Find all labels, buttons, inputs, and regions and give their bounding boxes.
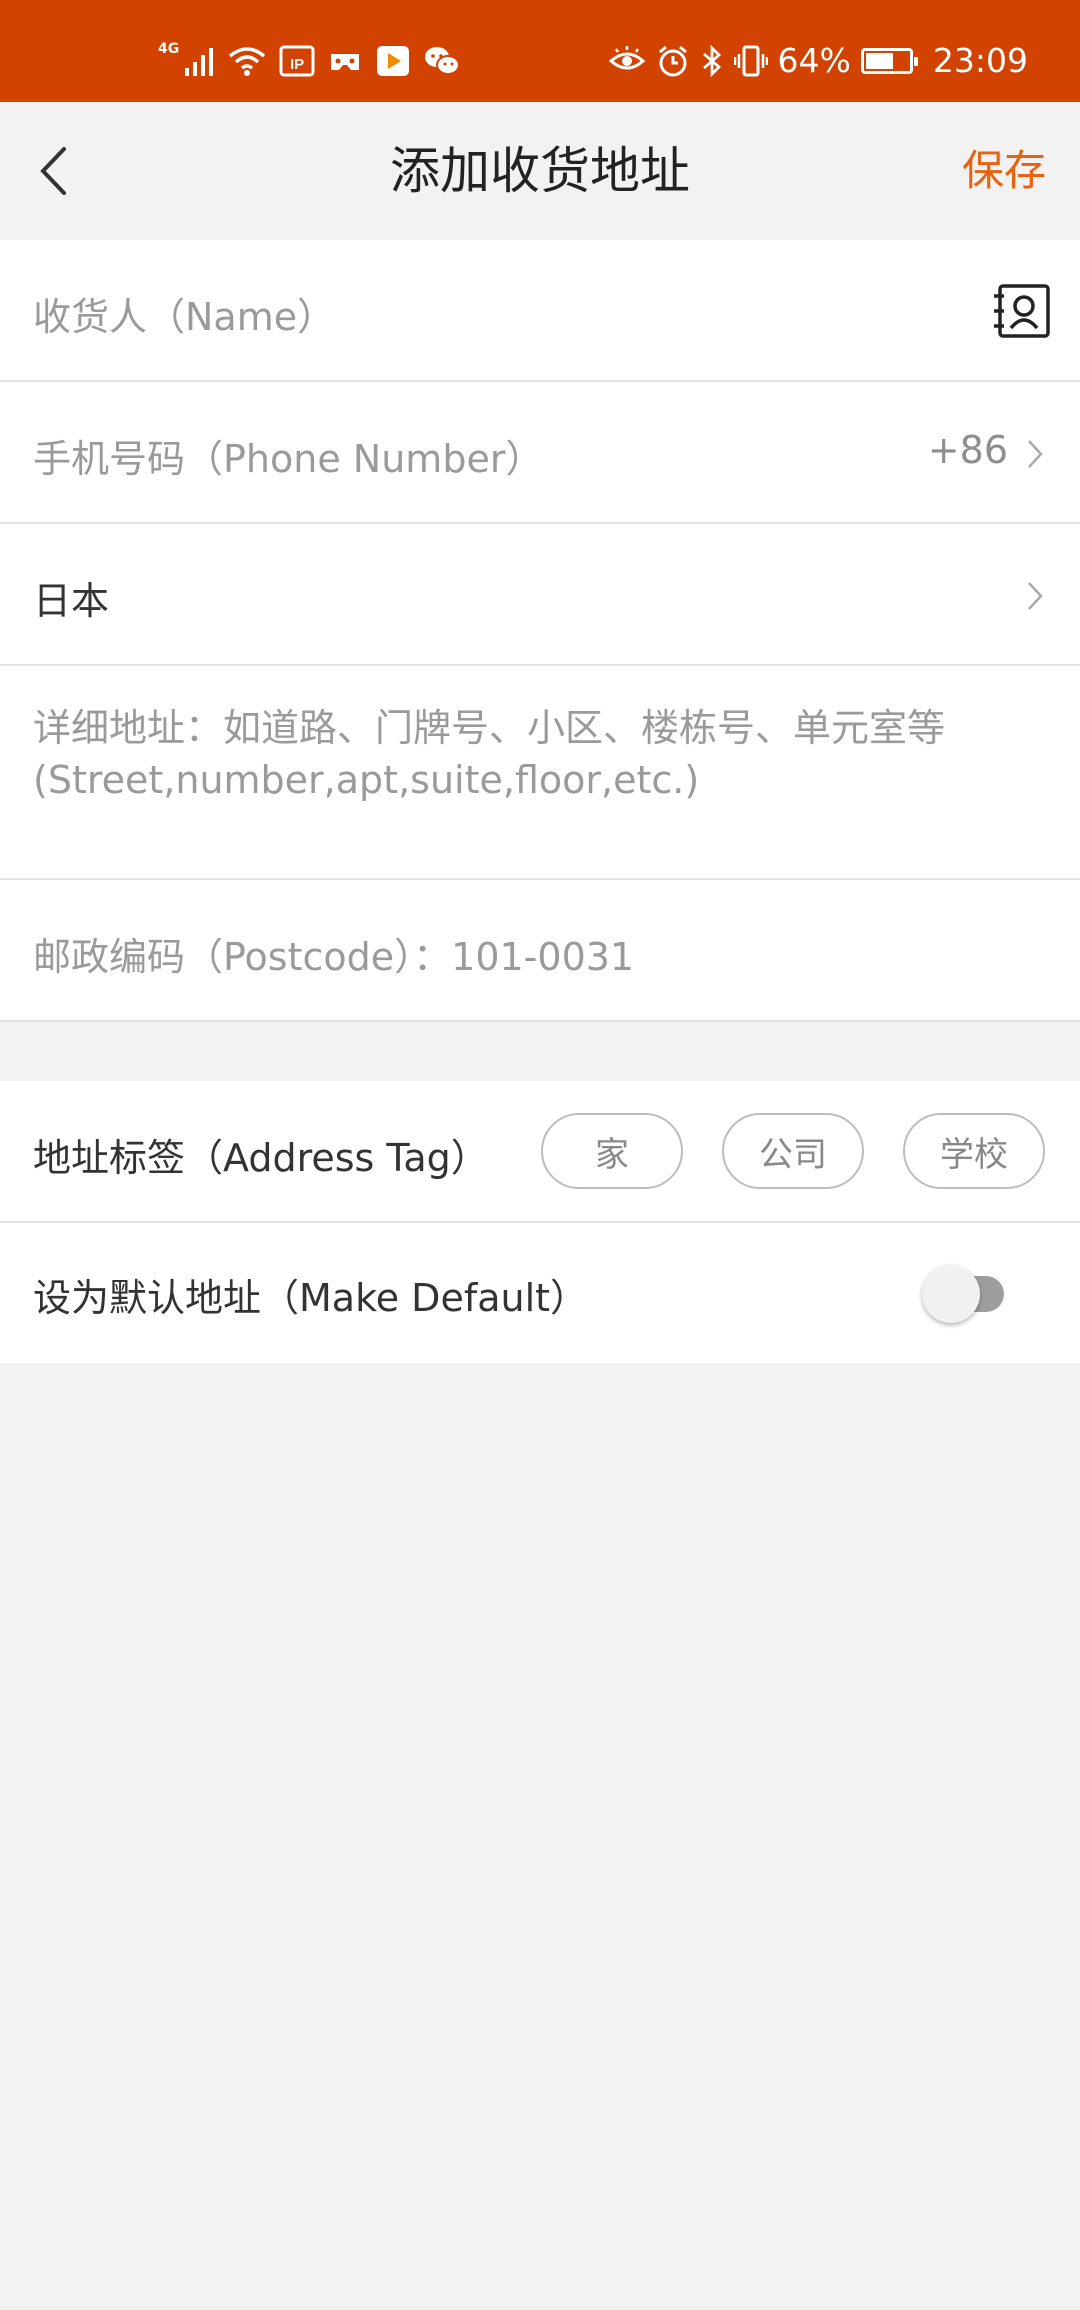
ip-call-icon: IP	[279, 45, 315, 77]
country-row[interactable]: 日本	[0, 524, 1080, 666]
page-title: 添加收货地址	[390, 142, 690, 200]
save-button[interactable]: 保存	[962, 140, 1046, 202]
name-input[interactable]: 收货人（Name）	[33, 286, 335, 341]
address-form: 收货人（Name） 手机号码（Phone Number） +86 日本 详细地址…	[0, 240, 1080, 1022]
game-icon	[331, 54, 360, 70]
status-icons-left: 4G IP	[158, 38, 461, 84]
eye-comfort-icon	[608, 46, 645, 70]
nav-header: 添加收货地址 保存	[0, 102, 1080, 240]
video-app-icon	[377, 46, 410, 76]
tag-school-button[interactable]: 学校	[903, 1113, 1045, 1189]
tag-company-button[interactable]: 公司	[722, 1113, 864, 1189]
make-default-toggle[interactable]	[922, 1265, 1012, 1323]
tag-home-button[interactable]: 家	[541, 1113, 683, 1189]
address-options: 地址标签（Address Tag） 家 公司 学校 设为默认地址（Make De…	[0, 1081, 1080, 1363]
battery-icon	[860, 48, 918, 74]
address-tag-label: 地址标签（Address Tag）	[33, 1136, 489, 1180]
battery-percent: 64%	[777, 41, 851, 80]
make-default-label: 设为默认地址（Make Default）	[33, 1276, 589, 1320]
chevron-right-icon	[1028, 582, 1043, 610]
detail-address-row[interactable]: 详细地址：如道路、门牌号、小区、楼栋号、单元室等(Street,number,a…	[0, 666, 1080, 880]
name-row[interactable]: 收货人（Name）	[0, 240, 1080, 382]
signal-icon	[185, 48, 214, 76]
wifi-icon	[229, 47, 266, 76]
bluetooth-icon	[702, 44, 721, 78]
chevron-right-icon	[1028, 440, 1043, 468]
battery-fill	[865, 53, 893, 69]
wechat-icon	[425, 47, 461, 75]
svg-text:IP: IP	[290, 56, 304, 73]
toggle-knob	[922, 1265, 980, 1323]
postcode-input[interactable]: 邮政编码（Postcode）：101-0031	[33, 926, 634, 981]
alarm-icon	[658, 45, 687, 77]
country-value: 日本	[33, 579, 110, 623]
country-code-selector[interactable]: +86	[928, 428, 1008, 472]
phone-row[interactable]: 手机号码（Phone Number） +86	[0, 382, 1080, 524]
make-default-row: 设为默认地址（Make Default）	[0, 1223, 1080, 1363]
network-type-label: 4G	[158, 41, 180, 57]
postcode-row[interactable]: 邮政编码（Postcode）：101-0031	[0, 880, 1080, 1022]
contacts-book-icon[interactable]	[992, 284, 1050, 338]
detail-address-input[interactable]: 详细地址：如道路、门牌号、小区、楼栋号、单元室等(Street,number,a…	[33, 702, 973, 806]
status-bar: 4G IP 64% 23:09	[0, 0, 1080, 102]
vibrate-icon	[733, 45, 768, 77]
status-icons-right: 64% 23:09	[608, 38, 1028, 84]
address-tag-row: 地址标签（Address Tag） 家 公司 学校	[0, 1081, 1080, 1223]
clock: 23:09	[932, 41, 1028, 80]
phone-input[interactable]: 手机号码（Phone Number）	[33, 428, 543, 483]
